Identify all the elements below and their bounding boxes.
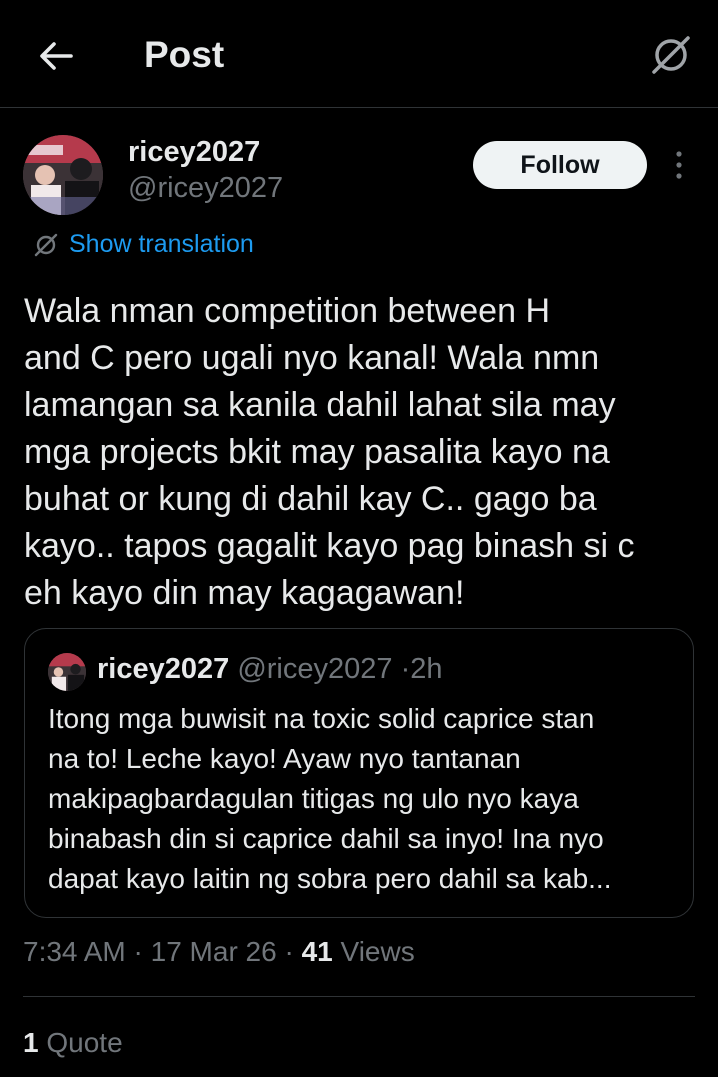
- avatar-image: [23, 135, 103, 215]
- quoted-avatar: [48, 653, 86, 691]
- post-text: Wala nman competition between H and C pe…: [24, 292, 635, 612]
- quotes-stat[interactable]: 1 Quote: [23, 1027, 123, 1059]
- author-name[interactable]: ricey2027: [128, 136, 260, 169]
- quoted-header: ricey2027 @ricey2027 ·2h: [97, 653, 443, 686]
- top-bar: Post: [0, 0, 718, 108]
- views-count: 41: [301, 936, 333, 967]
- page-title: Post: [144, 34, 225, 75]
- meta-separator: ·: [284, 936, 294, 967]
- post-date: 17 Mar 26: [150, 936, 277, 967]
- quoted-age: 2h: [410, 653, 443, 685]
- post-meta: 7:34 AM · 17 Mar 26 · 41 Views: [23, 936, 415, 968]
- quoted-text: Itong mga buwisit na toxic solid caprice…: [48, 703, 612, 894]
- show-translation-link[interactable]: Show translation: [33, 230, 254, 259]
- quoted-author-name: ricey2027: [97, 653, 230, 685]
- views-label: Views: [340, 936, 415, 967]
- grok-icon: [34, 233, 58, 256]
- post-time: 7:34 AM: [23, 936, 126, 967]
- divider: [23, 996, 695, 997]
- quote-label: Quote: [46, 1027, 123, 1058]
- author-handle[interactable]: @ricey2027: [128, 172, 283, 205]
- follow-button[interactable]: Follow: [473, 141, 647, 189]
- grok-icon[interactable]: [648, 32, 694, 78]
- arrow-left-icon[interactable]: [36, 36, 76, 76]
- quoted-author-handle: @ricey2027: [237, 653, 393, 685]
- more-vertical-icon[interactable]: [668, 148, 690, 182]
- avatar[interactable]: [23, 135, 103, 215]
- quoted-avatar-image: [48, 653, 86, 691]
- show-translation-label: Show translation: [69, 230, 254, 258]
- meta-separator: ·: [133, 936, 143, 967]
- quoted-separator: ·: [400, 653, 411, 685]
- quoted-post[interactable]: ricey2027 @ricey2027 ·2h Itong mga buwis…: [24, 628, 694, 918]
- quote-count: 1: [23, 1027, 39, 1058]
